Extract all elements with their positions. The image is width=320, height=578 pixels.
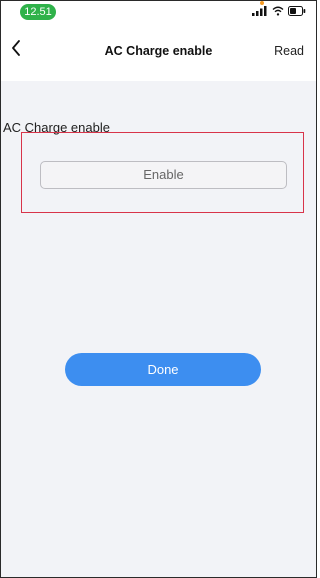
navigation-bar: AC Charge enable Read (1, 29, 316, 73)
status-bar: 12.51 (1, 1, 316, 23)
done-button[interactable]: Done (65, 353, 261, 386)
content-area: AC Charge enable Enable Done (1, 81, 316, 577)
app-screen: 12.51 AC Charge enable Read AC Charge en… (0, 0, 317, 578)
status-icons (252, 5, 306, 19)
battery-icon (288, 3, 306, 21)
signal-icon (252, 3, 268, 21)
ac-charge-enable-label: AC Charge enable (3, 120, 110, 135)
enable-select-field[interactable]: Enable (40, 161, 287, 189)
status-time: 12.51 (20, 4, 56, 20)
page-title: AC Charge enable (104, 44, 213, 58)
read-button[interactable]: Read (274, 44, 304, 58)
wifi-icon (272, 3, 284, 21)
